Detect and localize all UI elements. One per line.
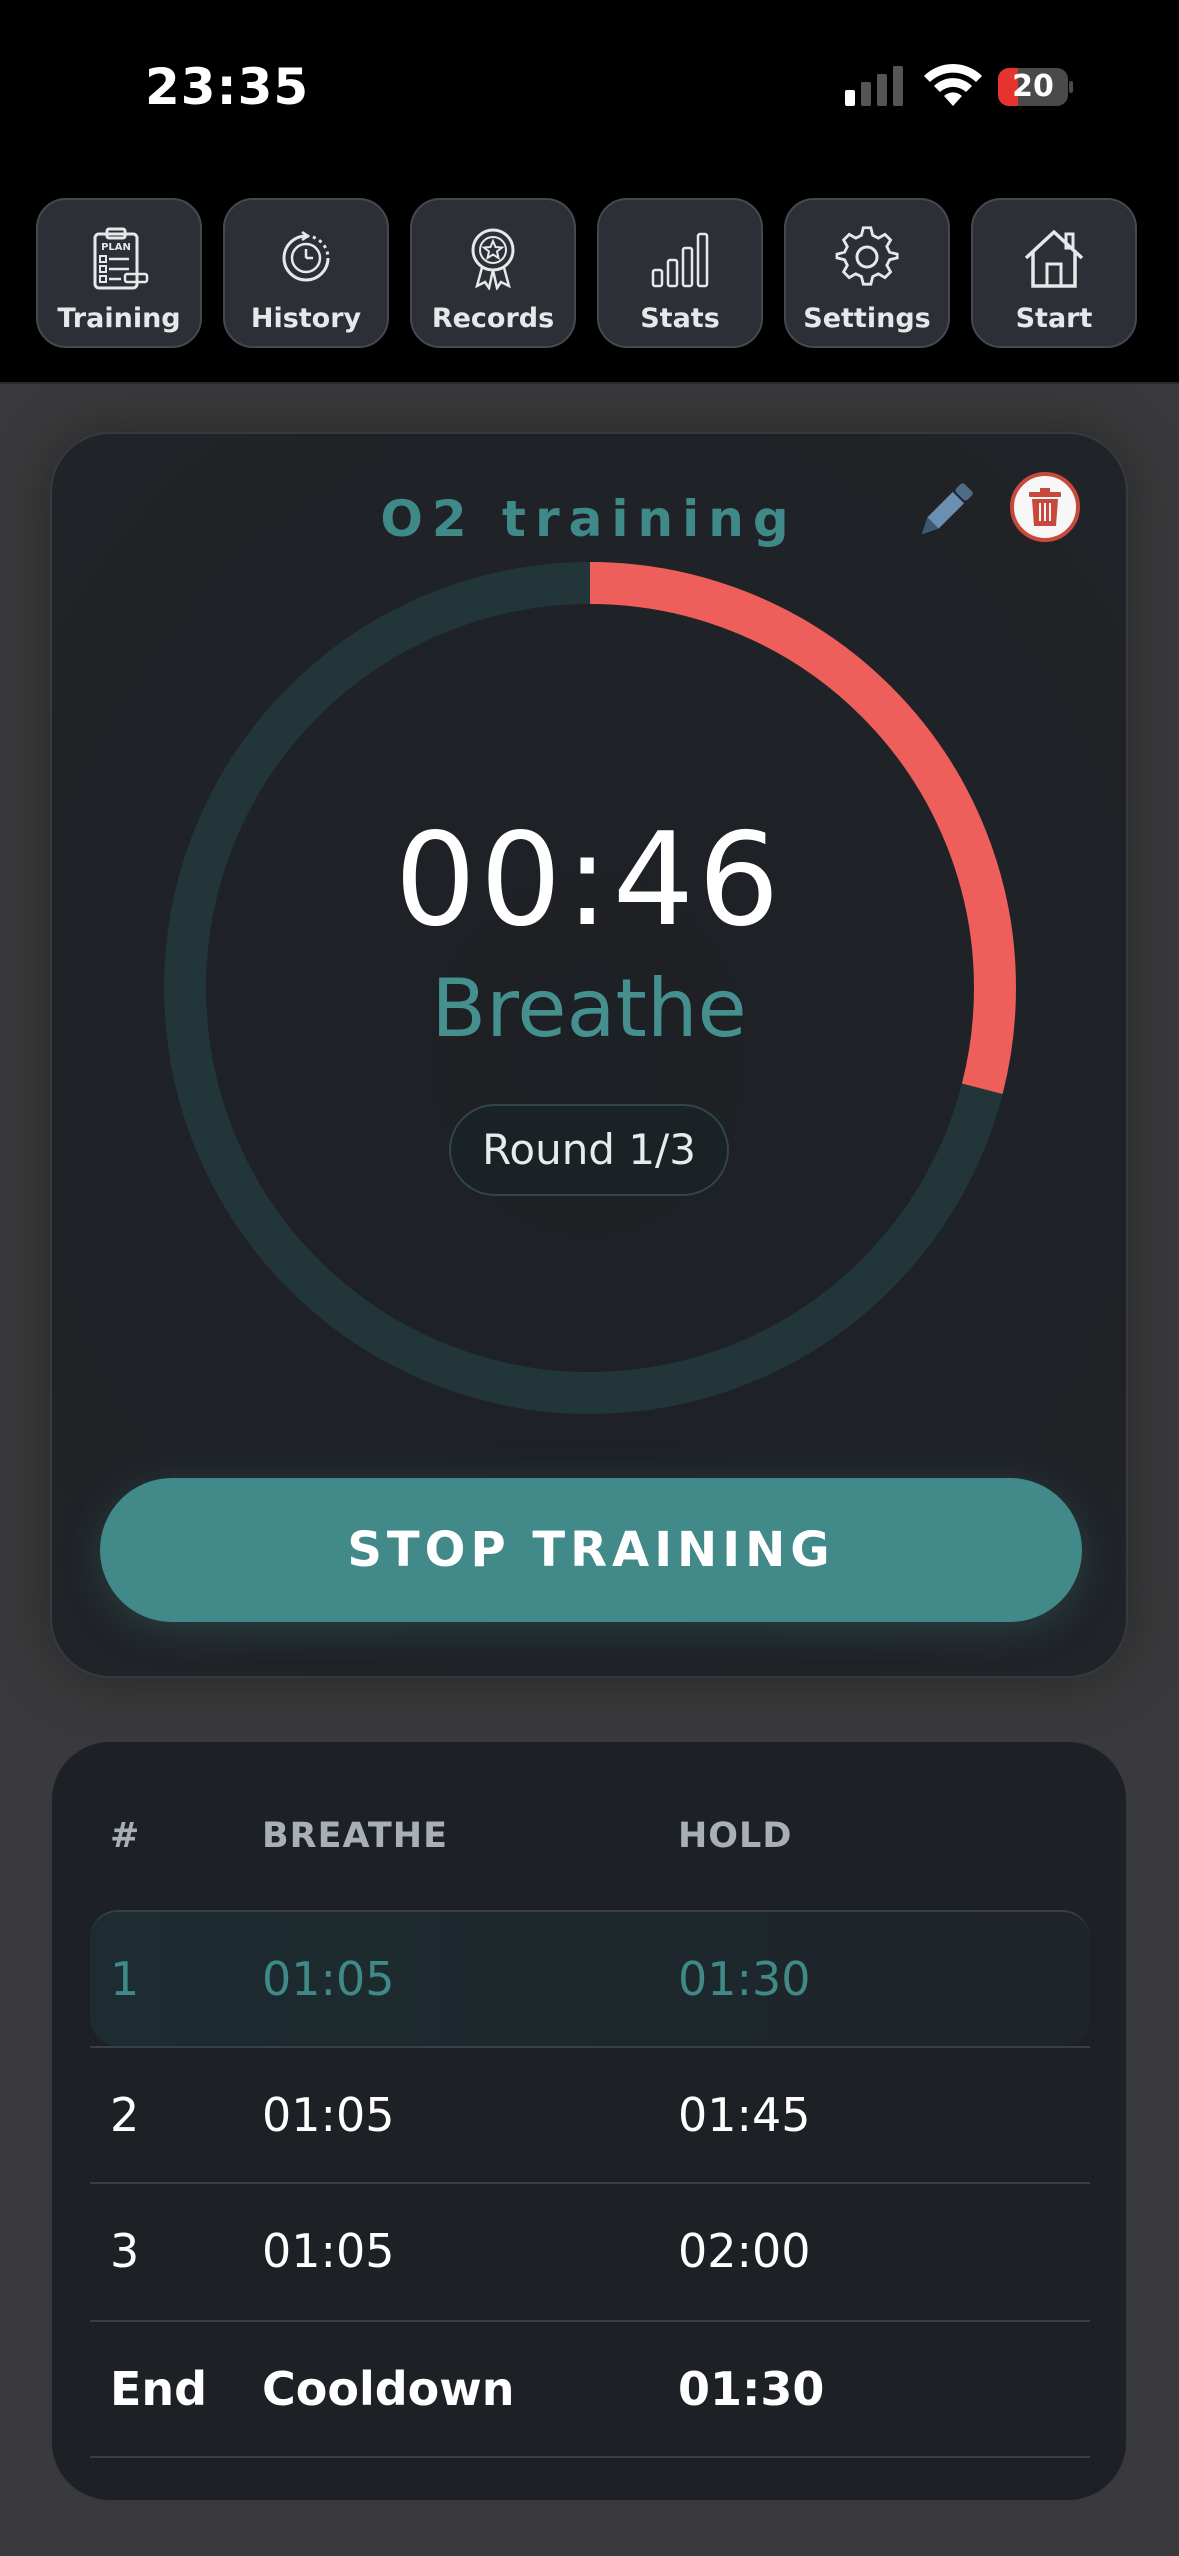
hold-time: 01:30 bbox=[678, 1952, 811, 2006]
cooldown-time: 01:30 bbox=[678, 2362, 825, 2416]
table-row: 3 01:05 02:00 bbox=[90, 2182, 1090, 2318]
table-row: 1 01:05 01:30 bbox=[90, 1910, 1090, 2046]
clipboard-plan-icon: PLAN bbox=[93, 227, 149, 290]
table-header: # BREATHE HOLD bbox=[90, 1806, 1090, 1866]
cellular-signal-icon bbox=[845, 66, 903, 106]
countdown-timer: 00:46 bbox=[394, 806, 784, 955]
nav-training-button[interactable]: PLAN Training bbox=[36, 198, 202, 348]
hold-time: 01:45 bbox=[678, 2088, 811, 2142]
home-icon bbox=[1024, 230, 1084, 288]
table-row-end: End Cooldown 01:30 bbox=[90, 2320, 1090, 2456]
clock-history-icon bbox=[282, 230, 330, 282]
hold-time: 02:00 bbox=[678, 2224, 811, 2278]
header-hold: HOLD bbox=[678, 1816, 793, 1856]
nav-label: Training bbox=[57, 303, 181, 334]
nav-history-button[interactable]: History bbox=[223, 198, 389, 348]
breathe-time: 01:05 bbox=[262, 2088, 395, 2142]
round-number: 3 bbox=[110, 2224, 140, 2278]
nav-records-button[interactable]: Records bbox=[410, 198, 576, 348]
breathe-time: 01:05 bbox=[262, 2224, 395, 2278]
nav-label: Records bbox=[431, 303, 555, 334]
gear-icon bbox=[835, 226, 899, 286]
pencil-icon bbox=[921, 483, 973, 535]
header-breathe: BREATHE bbox=[262, 1816, 448, 1856]
top-nav: PLAN Training History Records Stats Sett… bbox=[0, 190, 1179, 384]
divider bbox=[90, 2456, 1090, 2458]
plan-text: PLAN bbox=[101, 242, 131, 253]
training-card: O2 training 00:46 Breathe Round 1/3 STOP… bbox=[50, 432, 1128, 1678]
round-badge: Round 1/3 bbox=[449, 1104, 729, 1196]
nav-start-button[interactable]: Start bbox=[971, 198, 1137, 348]
cooldown-label: Cooldown bbox=[262, 2362, 515, 2416]
delete-button[interactable] bbox=[1010, 472, 1080, 542]
status-time: 23:35 bbox=[145, 58, 310, 116]
round-number: End bbox=[110, 2362, 208, 2416]
rounds-table: # BREATHE HOLD 1 01:05 01:30 2 01:05 01:… bbox=[50, 1740, 1128, 2502]
stop-training-button[interactable]: STOP TRAINING bbox=[100, 1478, 1082, 1622]
battery-level: 20 bbox=[1012, 69, 1054, 104]
round-number: 2 bbox=[110, 2088, 140, 2142]
nav-label: Start bbox=[1015, 303, 1093, 334]
nav-stats-button[interactable]: Stats bbox=[597, 198, 763, 348]
trash-icon bbox=[1029, 488, 1061, 526]
nav-label: Settings bbox=[803, 303, 931, 334]
award-badge-icon bbox=[471, 228, 515, 290]
round-number: 1 bbox=[110, 1952, 140, 2006]
battery-icon: 20 bbox=[998, 68, 1074, 106]
nav-settings-button[interactable]: Settings bbox=[784, 198, 950, 348]
nav-label: Stats bbox=[640, 303, 720, 334]
breathe-time: 01:05 bbox=[262, 1952, 395, 2006]
wifi-icon bbox=[924, 63, 982, 106]
nav-label: History bbox=[250, 303, 362, 334]
phase-label: Breathe bbox=[431, 962, 747, 1055]
edit-button[interactable] bbox=[910, 476, 980, 546]
header-number: # bbox=[110, 1816, 141, 1856]
table-row: 2 01:05 01:45 bbox=[90, 2046, 1090, 2182]
status-bar: 23:35 20 bbox=[0, 0, 1179, 190]
bar-chart-icon bbox=[651, 232, 709, 288]
